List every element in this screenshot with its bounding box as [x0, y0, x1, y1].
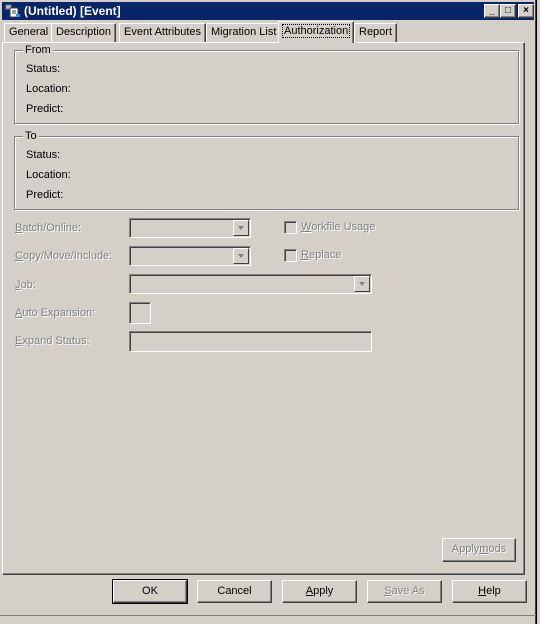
window-title: (Untitled) [Event]: [24, 4, 121, 18]
event-document-icon: [5, 4, 21, 18]
maximize-button[interactable]: □: [500, 4, 516, 18]
tab-authorization[interactable]: Authorization: [278, 21, 355, 43]
replace-label: Replace: [301, 249, 342, 261]
to-groupbox: To Status: Location: Predict:: [14, 130, 519, 210]
from-location-label: Location:: [26, 83, 71, 95]
tab-description[interactable]: Description: [51, 23, 117, 42]
chevron-down-icon[interactable]: [233, 248, 249, 264]
minimize-button[interactable]: _: [484, 4, 500, 18]
ok-button[interactable]: OK: [112, 579, 188, 604]
close-button[interactable]: ×: [518, 4, 534, 18]
expand-status-field[interactable]: [129, 331, 372, 352]
authorization-panel: From Status: Location: Predict: To Statu…: [2, 42, 525, 575]
workfile-usage-checkbox[interactable]: [284, 221, 297, 234]
from-group-title: From: [23, 44, 53, 56]
auto-expansion-label: Auto Expansion:: [15, 307, 96, 319]
auto-expansion-field[interactable]: [129, 302, 151, 324]
copy-move-include-label: Copy/Move/Include:: [15, 250, 113, 262]
batch-online-label: Batch/Online:: [15, 222, 82, 234]
batch-online-dropdown[interactable]: [129, 218, 251, 238]
from-status-label: Status:: [26, 63, 61, 75]
job-label: Job:: [15, 279, 36, 291]
title-bar[interactable]: (Untitled) [Event] _ □ ×: [2, 2, 534, 20]
event-dialog-window: (Untitled) [Event] _ □ × General Descrip…: [0, 0, 536, 624]
tab-report[interactable]: Report: [354, 23, 398, 42]
copy-move-include-dropdown[interactable]: [129, 246, 251, 266]
job-dropdown[interactable]: [129, 274, 372, 294]
save-as-button[interactable]: Save As: [367, 580, 442, 603]
tab-migration-list[interactable]: Migration List: [206, 23, 282, 42]
apply-button[interactable]: Apply: [282, 580, 357, 603]
replace-checkbox[interactable]: [284, 249, 297, 262]
from-groupbox: From Status: Location: Predict:: [14, 44, 519, 124]
chevron-down-icon[interactable]: [354, 276, 370, 292]
background-window-edge: [536, 0, 540, 624]
workfile-usage-label: Workfile Usage: [301, 221, 376, 233]
maximize-icon: □: [504, 5, 512, 16]
from-predict-label: Predict:: [26, 103, 64, 115]
to-location-label: Location:: [26, 169, 71, 181]
to-group-title: To: [23, 130, 39, 142]
help-button[interactable]: Help: [452, 580, 527, 603]
tab-event-attributes[interactable]: Event Attributes: [119, 23, 207, 42]
tab-general[interactable]: General: [4, 23, 54, 42]
minimize-icon: _: [489, 5, 495, 16]
bottom-edge: [0, 615, 536, 624]
expand-status-label: Expand Status:: [15, 335, 90, 347]
cancel-button[interactable]: Cancel: [197, 580, 272, 603]
chevron-down-icon[interactable]: [233, 220, 249, 236]
to-status-label: Status:: [26, 149, 61, 161]
to-predict-label: Predict:: [26, 189, 64, 201]
applymods-button[interactable]: Applymods: [442, 538, 516, 562]
close-icon: ×: [523, 5, 529, 16]
